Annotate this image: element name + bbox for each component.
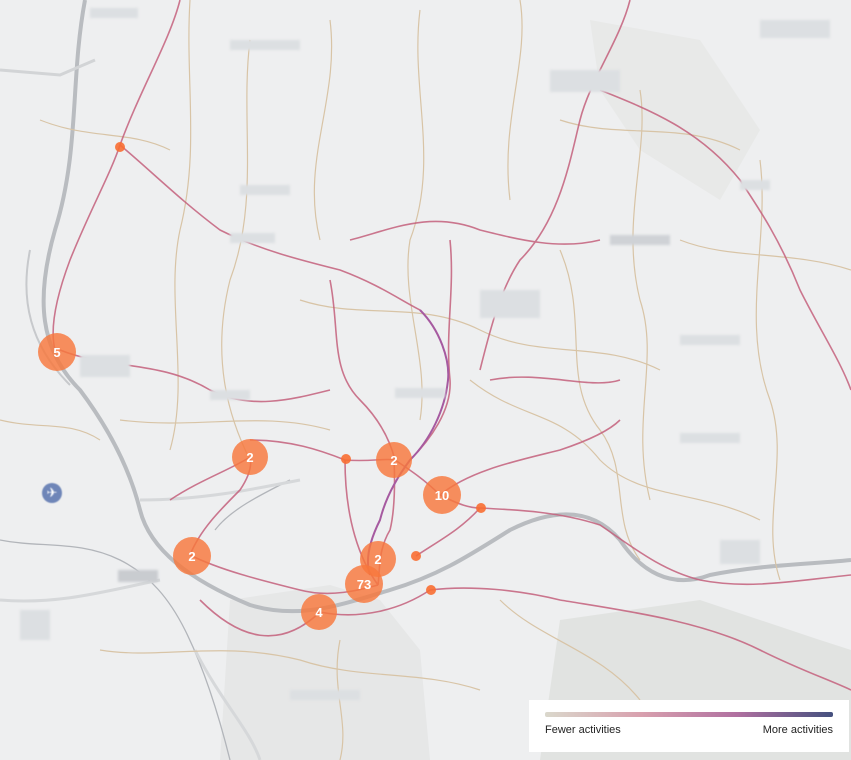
place-label (680, 335, 740, 345)
place-label (80, 355, 130, 377)
activity-cluster[interactable]: 2 (376, 442, 412, 478)
activity-dot[interactable] (115, 142, 125, 152)
activity-cluster[interactable]: 10 (423, 476, 461, 514)
place-label (230, 233, 275, 243)
place-label (740, 180, 770, 190)
place-label (680, 433, 740, 443)
place-label (395, 388, 445, 398)
place-label (610, 235, 670, 245)
place-label (210, 390, 250, 400)
place-label (240, 185, 290, 195)
airport-icon: ✈ (42, 483, 62, 503)
map-base (0, 0, 851, 760)
legend-high-label: More activities (762, 724, 833, 736)
place-label (290, 690, 360, 700)
place-label (760, 20, 830, 38)
activity-map[interactable]: ✈ 5 2 2 10 2 2 73 4 Fewer activities Mor… (0, 0, 851, 760)
legend-low-label: Fewer activities (545, 724, 621, 736)
place-label (480, 290, 540, 318)
activity-dot[interactable] (426, 585, 436, 595)
place-label (720, 540, 760, 564)
activity-cluster[interactable]: 4 (301, 594, 337, 630)
place-label (550, 70, 620, 92)
activity-legend: Fewer activities More activities (529, 700, 849, 752)
legend-gradient-bar (545, 712, 833, 717)
place-label (118, 570, 158, 582)
place-label (90, 8, 138, 18)
activity-cluster[interactable]: 2 (232, 439, 268, 475)
activity-dot[interactable] (476, 503, 486, 513)
place-label (20, 610, 50, 640)
activity-dot[interactable] (341, 454, 351, 464)
activity-dot[interactable] (411, 551, 421, 561)
activity-cluster[interactable]: 5 (38, 333, 76, 371)
place-label (230, 40, 300, 50)
activity-cluster[interactable]: 73 (345, 565, 383, 603)
activity-cluster[interactable]: 2 (173, 537, 211, 575)
